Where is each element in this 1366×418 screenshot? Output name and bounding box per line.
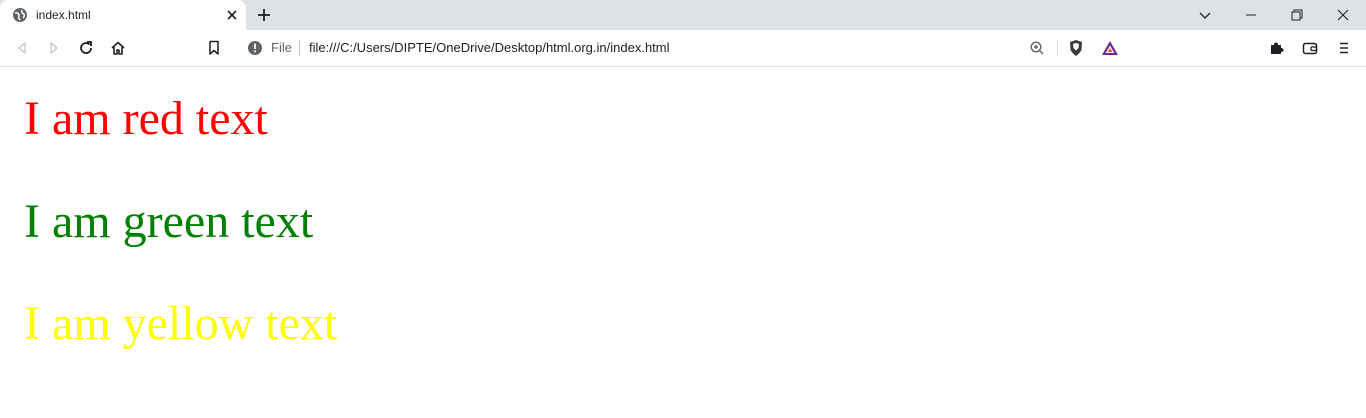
- hamburger-menu-icon[interactable]: [1334, 38, 1354, 58]
- globe-icon: [12, 7, 28, 23]
- red-text-paragraph: I am red text: [24, 92, 268, 145]
- plus-icon[interactable]: [254, 5, 274, 25]
- brave-shield-icon[interactable]: [1067, 39, 1085, 57]
- bookmark-icon[interactable]: [204, 38, 224, 58]
- info-icon[interactable]: [247, 40, 263, 56]
- omnibox-divider: [299, 40, 300, 56]
- back-arrow-icon[interactable]: [12, 38, 32, 58]
- zoom-icon[interactable]: [1029, 40, 1045, 56]
- close-icon[interactable]: [224, 7, 240, 23]
- tab-title: index.html: [36, 8, 91, 22]
- browser-toolbar: File file:///C:/Users/DIPTE/OneDrive/Des…: [0, 30, 1366, 67]
- minimize-icon[interactable]: [1228, 0, 1274, 30]
- chevron-down-icon[interactable]: [1182, 0, 1228, 30]
- tab-index-html[interactable]: index.html: [0, 0, 246, 30]
- close-icon[interactable]: [1320, 0, 1366, 30]
- page-content: I am red text I am green text I am yello…: [0, 67, 1366, 418]
- reload-icon[interactable]: [76, 38, 96, 58]
- scheme-label: File: [271, 40, 292, 55]
- puzzle-icon[interactable]: [1266, 38, 1286, 58]
- url-text[interactable]: file:///C:/Users/DIPTE/OneDrive/Desktop/…: [309, 40, 670, 56]
- omnibox-divider-right: [1057, 40, 1058, 56]
- restore-icon[interactable]: [1274, 0, 1320, 30]
- green-text-paragraph: I am green text: [24, 195, 314, 248]
- forward-arrow-icon[interactable]: [44, 38, 64, 58]
- wallet-icon[interactable]: [1300, 38, 1320, 58]
- bat-rewards-icon[interactable]: [1101, 39, 1119, 57]
- tab-strip: index.html: [0, 0, 1366, 30]
- yellow-text-paragraph: I am yellow text: [24, 297, 338, 350]
- home-icon[interactable]: [108, 38, 128, 58]
- address-bar[interactable]: File file:///C:/Users/DIPTE/OneDrive/Des…: [237, 34, 1129, 62]
